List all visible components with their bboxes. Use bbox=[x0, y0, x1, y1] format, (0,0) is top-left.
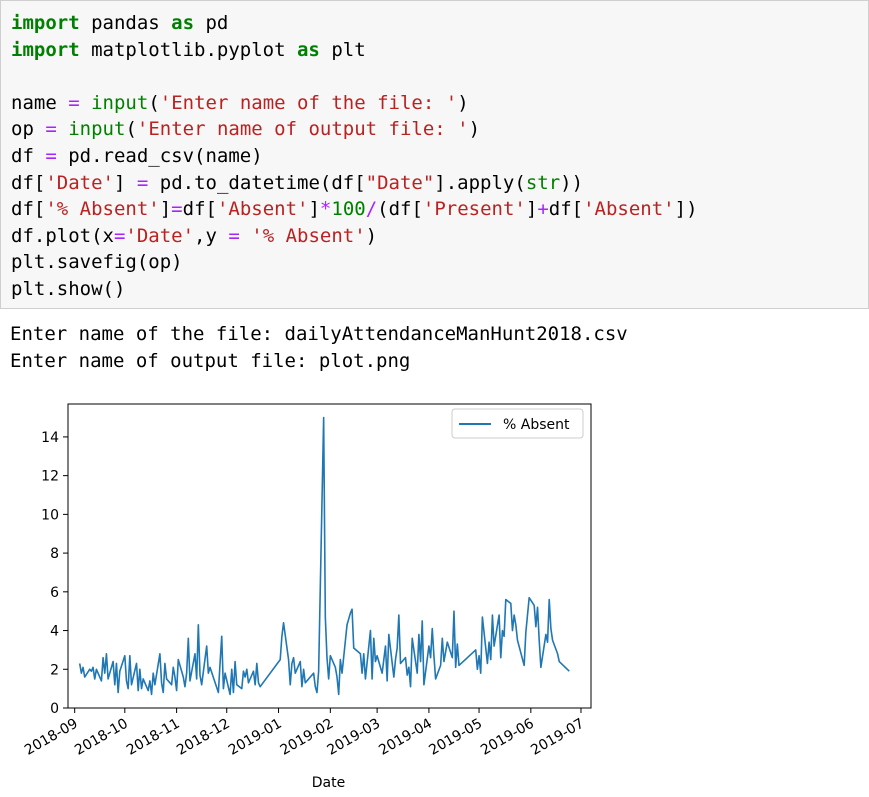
output-line: Enter name of the file: dailyAttendanceM… bbox=[10, 323, 628, 345]
code-token: = bbox=[228, 224, 240, 247]
code-token: df[ bbox=[548, 198, 584, 221]
code-token: = bbox=[45, 144, 57, 167]
code-token: as bbox=[296, 38, 320, 61]
code-token: * bbox=[319, 198, 332, 221]
code-token: 100 bbox=[331, 198, 366, 221]
code-token: matplotlib.pyplot bbox=[79, 38, 297, 61]
code-token: str bbox=[525, 171, 561, 194]
code-token: import bbox=[11, 38, 80, 61]
code-token: ] bbox=[525, 198, 538, 221]
code-token: (df[ bbox=[377, 198, 423, 221]
code-token: ) bbox=[457, 91, 469, 114]
code-token: input bbox=[91, 91, 149, 114]
code-token: '% Absent' bbox=[251, 224, 366, 247]
legend-label: % Absent bbox=[503, 417, 570, 433]
line-chart: 024681012142018-092018-102018-112018-122… bbox=[22, 403, 592, 791]
code-token: )) bbox=[560, 171, 584, 194]
code-token: pd bbox=[194, 12, 229, 34]
code-line: import pandas as pd bbox=[11, 10, 698, 37]
code-token: ]) bbox=[674, 198, 698, 221]
code-token: df[ bbox=[182, 198, 217, 221]
code-token: = bbox=[68, 91, 80, 114]
y-tick-label: 14 bbox=[41, 430, 59, 446]
code-token: df[ bbox=[11, 198, 46, 221]
x-tick-label: 2018-09 bbox=[22, 716, 81, 759]
code-token: ( bbox=[148, 91, 160, 114]
y-tick-label: 0 bbox=[50, 701, 59, 717]
x-axis-title: Date bbox=[312, 775, 345, 791]
x-tick-label: 2019-07 bbox=[528, 716, 587, 759]
y-tick-label: 12 bbox=[41, 469, 59, 485]
code-token: pd.to_datetime(df[ bbox=[148, 171, 366, 194]
code-token: 'Absent' bbox=[216, 198, 309, 221]
y-tick-label: 6 bbox=[50, 585, 59, 601]
x-tick-label: 2019-05 bbox=[426, 716, 485, 759]
code-line: df.plot(x='Date',y = '% Absent') bbox=[11, 223, 698, 250]
code-token: df bbox=[11, 144, 46, 167]
code-token: ) bbox=[365, 224, 378, 247]
cell-output-text: Enter name of the file: dailyAttendanceM… bbox=[10, 321, 628, 374]
code-line: import matplotlib.pyplot as plt bbox=[11, 37, 698, 64]
y-tick-label: 4 bbox=[50, 624, 59, 640]
code-token: pandas bbox=[79, 12, 172, 34]
code-token: = bbox=[113, 224, 126, 247]
code-token: ].apply( bbox=[434, 171, 526, 194]
code-editor[interactable]: import pandas as pd import matplotlib.pyp… bbox=[11, 10, 698, 303]
code-token: + bbox=[537, 198, 549, 221]
code-token: df[ bbox=[11, 171, 46, 194]
code-token: pd.read_csv(name) bbox=[56, 144, 263, 167]
code-token: op bbox=[11, 118, 46, 141]
y-tick-label: 8 bbox=[50, 546, 59, 562]
code-token: 'Present' bbox=[422, 198, 526, 221]
code-token: '% Absent' bbox=[45, 198, 160, 221]
code-token: plt.savefig(op) bbox=[11, 251, 183, 274]
code-token: 'Absent' bbox=[583, 198, 675, 221]
x-tick-label: 2018-12 bbox=[174, 716, 233, 759]
code-token: 'Enter name of the file: ' bbox=[159, 91, 458, 114]
y-tick-label: 10 bbox=[41, 507, 59, 523]
y-tick-label: 2 bbox=[50, 662, 59, 678]
code-token: = bbox=[171, 198, 183, 221]
code-line: plt.savefig(op) bbox=[11, 249, 698, 276]
code-token: name bbox=[11, 91, 69, 114]
code-token: input bbox=[68, 118, 126, 141]
output-line: Enter name of output file: plot.png bbox=[10, 349, 411, 372]
x-tick-label: 2019-01 bbox=[226, 716, 285, 759]
code-token: ] bbox=[308, 198, 320, 221]
code-line: name = input('Enter name of the file: ') bbox=[11, 90, 698, 117]
code-token: ,y bbox=[194, 224, 229, 247]
code-line: plt.show() bbox=[11, 276, 698, 303]
code-token: "Date" bbox=[365, 171, 435, 194]
code-token: ) bbox=[468, 118, 481, 141]
code-token: = bbox=[136, 171, 149, 194]
code-token: ] bbox=[113, 171, 137, 194]
x-tick-label: 2019-04 bbox=[376, 716, 435, 759]
code-token: df.plot(x bbox=[11, 224, 114, 247]
code-token: import bbox=[11, 12, 80, 34]
x-tick-label: 2019-06 bbox=[478, 716, 537, 759]
code-token: ] bbox=[159, 198, 172, 221]
code-cell-input[interactable]: import pandas as pd import matplotlib.pyp… bbox=[0, 0, 869, 309]
code-line: df['% Absent']=df['Absent']*100/(df['Pre… bbox=[11, 196, 698, 223]
x-tick-label: 2019-03 bbox=[324, 716, 383, 759]
code-token: 'Date' bbox=[45, 171, 114, 194]
code-token: / bbox=[365, 198, 378, 221]
code-token: as bbox=[171, 12, 195, 34]
x-tick-label: 2019-02 bbox=[278, 716, 337, 759]
code-token: ( bbox=[125, 118, 137, 141]
code-token: plt bbox=[319, 38, 366, 61]
code-token: = bbox=[45, 118, 57, 141]
code-line: op = input('Enter name of output file: '… bbox=[11, 116, 698, 143]
x-tick-label: 2018-10 bbox=[72, 716, 131, 759]
code-token: plt.show() bbox=[11, 277, 126, 300]
x-tick-label: 2018-11 bbox=[124, 716, 183, 759]
code-line: df['Date'] = pd.to_datetime(df["Date"].a… bbox=[11, 170, 698, 197]
code-line: df = pd.read_csv(name) bbox=[11, 143, 698, 170]
code-token: 'Date' bbox=[125, 224, 195, 247]
code-token: 'Enter name of output file: ' bbox=[136, 118, 469, 141]
